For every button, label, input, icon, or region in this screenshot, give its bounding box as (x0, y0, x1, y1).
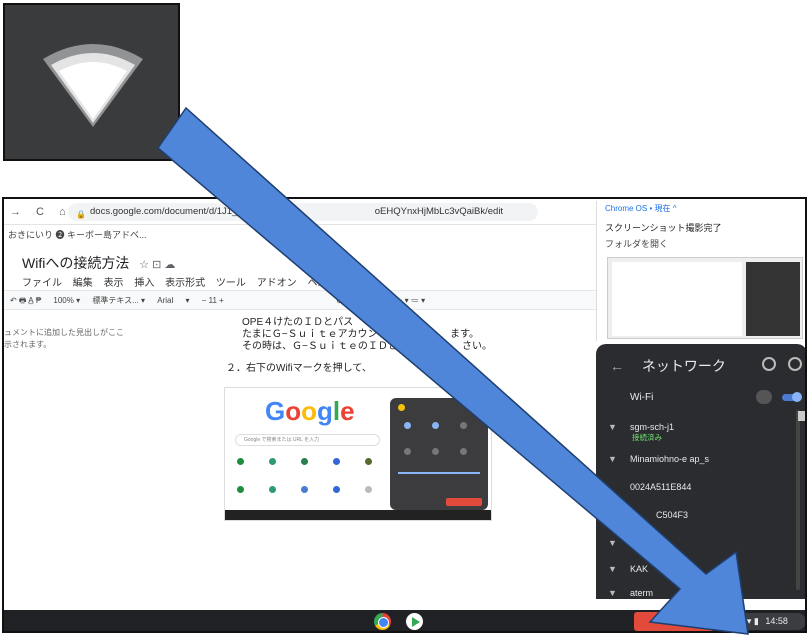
google-search-box: Google で検索または URL を入力 (235, 434, 380, 446)
gear-icon[interactable] (788, 357, 802, 371)
menu-tools[interactable]: ツール (216, 278, 246, 289)
menu-addons[interactable]: アドオン (257, 278, 297, 289)
menu-file[interactable]: ファイル (22, 278, 62, 289)
wifi-icon-large (43, 44, 143, 127)
back-arrow-icon[interactable]: ← (610, 358, 624, 374)
doc-line-3-tail: さい。 (462, 341, 492, 352)
docs-toolbar: ↶ 🖶 A̲ ₱ 100% ▾ 標準テキス... ▾ Arial ▾ − 11 … (4, 290, 604, 310)
wifi-toggle[interactable] (782, 392, 802, 402)
address-bar[interactable]: 🔒 docs.google.com/document/d/1J1_crU oEH… (68, 203, 538, 221)
network-header: ← ネットワーク (610, 356, 726, 376)
docs-menubar: ファイル 編集 表示 挿入 表示形式 ツール アドオン ヘルプ (22, 274, 345, 289)
bookmarks-bar[interactable]: おきにいり ❷ キーボー島アドベ... (4, 226, 604, 244)
chrome-icon[interactable] (374, 613, 391, 630)
font-dropdown[interactable]: ▾ (185, 296, 189, 305)
url-text: docs.google.com/document/d/1J1_crU (90, 206, 253, 217)
menu-help[interactable]: ヘルプ (307, 278, 337, 289)
embedded-shelf (225, 510, 491, 520)
wifi-lock-icon: ▼ (608, 422, 617, 432)
network-item[interactable]: ▼ sgm-sch-j1 接続済み (608, 422, 674, 443)
chromeos-shelf: ∞ ● ▾ ▮ 14:58 (4, 610, 805, 631)
info-icon[interactable] (762, 357, 776, 371)
quick-settings-preview (390, 398, 488, 510)
outline-hint: ュメントに追加した見出しがここ 示されます。 (4, 328, 124, 349)
chromebook-screenshot: → C ⌂ 🔒 docs.google.com/document/d/1J1_c… (2, 197, 807, 633)
wifi-icon: ▼ (608, 588, 617, 598)
network-item[interactable]: ▼ Minamiohno-e ap_s (608, 454, 709, 464)
connection-status: 接続済み (632, 433, 662, 442)
notification-source: Chrome OS • 現在 ^ (605, 204, 677, 213)
wifi-lock-icon: ▼ (608, 454, 617, 464)
network-item[interactable]: 0024A511E844 (608, 482, 691, 492)
zoomed-wifi-inset (3, 3, 180, 161)
screenshot-thumbnail[interactable] (607, 257, 803, 339)
network-item[interactable]: ▼ KAK (608, 564, 648, 574)
doc-title-area: Wifiへの接続方法 ☆ ⊡ ☁ (22, 253, 175, 273)
network-item[interactable]: ▼ (608, 538, 630, 548)
menu-format[interactable]: 表示形式 (165, 278, 205, 289)
network-panel: ← ネットワーク Wi-Fi ▼ sgm-sch-j1 接続済み ▼ Minamio… (596, 344, 805, 599)
wifi-lock-icon: ▼ (608, 564, 617, 574)
style-select[interactable]: 標準テキス... ▾ (92, 296, 145, 305)
doc-title[interactable]: Wifiへの接続方法 (22, 255, 129, 271)
tutorial-image: → C ⌂ 🔒 docs.google.com/document/d/1J1_c… (0, 0, 809, 635)
recording-button[interactable] (634, 612, 714, 631)
embedded-screenshot: Google Google で検索または URL を入力 (224, 387, 492, 521)
open-folder-link[interactable]: フォルダを開く (605, 237, 668, 250)
network-title: ネットワーク (641, 358, 726, 374)
screenshot-notification: Chrome OS • 現在 ^ スクリーンショット撮影完了 フォルダを開く (596, 201, 805, 341)
tray-icons: ∞ ● ▾ ▮ (730, 616, 759, 626)
font-size[interactable]: − 11 + (202, 296, 224, 305)
font-select[interactable]: Arial (157, 296, 173, 305)
toolbar-right-tools[interactable]: ⊖ ⊞ ▭ ▾ ≡ ▾ ‡≡ ≔ ▾ ≔ ▾ (336, 296, 425, 305)
lock-icon: 🔒 (76, 210, 86, 219)
notification-title: スクリーンショット撮影完了 (605, 223, 722, 233)
wifi-label: Wi-Fi (630, 392, 654, 403)
zoom-select[interactable]: 100% ▾ (53, 296, 80, 305)
menu-insert[interactable]: 挿入 (134, 278, 154, 289)
wifi-settings-icon[interactable] (756, 390, 772, 404)
doc-step-2: ２．右下のWifiマークを押して、 (226, 363, 372, 374)
doc-line-3: その時は、Ｇ−ＳｕｉｔｅのＩＤとパス (242, 341, 418, 352)
google-logo: Google (265, 396, 355, 426)
network-item[interactable]: ▼ aterm (608, 588, 653, 598)
menu-view[interactable]: 表示 (104, 278, 124, 289)
undo-print-tools[interactable]: ↶ 🖶 A̲ ₱ (10, 296, 41, 305)
nav-buttons[interactable]: → C ⌂ (10, 206, 72, 218)
title-icons[interactable]: ☆ ⊡ ☁ (139, 259, 175, 271)
status-tray[interactable]: ∞ ● ▾ ▮ 14:58 (724, 613, 805, 630)
network-scrollbar[interactable] (796, 410, 800, 590)
clock: 14:58 (765, 616, 788, 626)
wifi-lock-icon: ▼ (608, 538, 617, 548)
play-store-icon[interactable] (406, 613, 423, 630)
menu-edit[interactable]: 編集 (73, 278, 93, 289)
network-item[interactable]: C504F3 (608, 510, 688, 520)
side-icon (798, 411, 805, 421)
url-tail: oEHQYnxHjMbLc3vQaiBk/edit (374, 206, 504, 217)
